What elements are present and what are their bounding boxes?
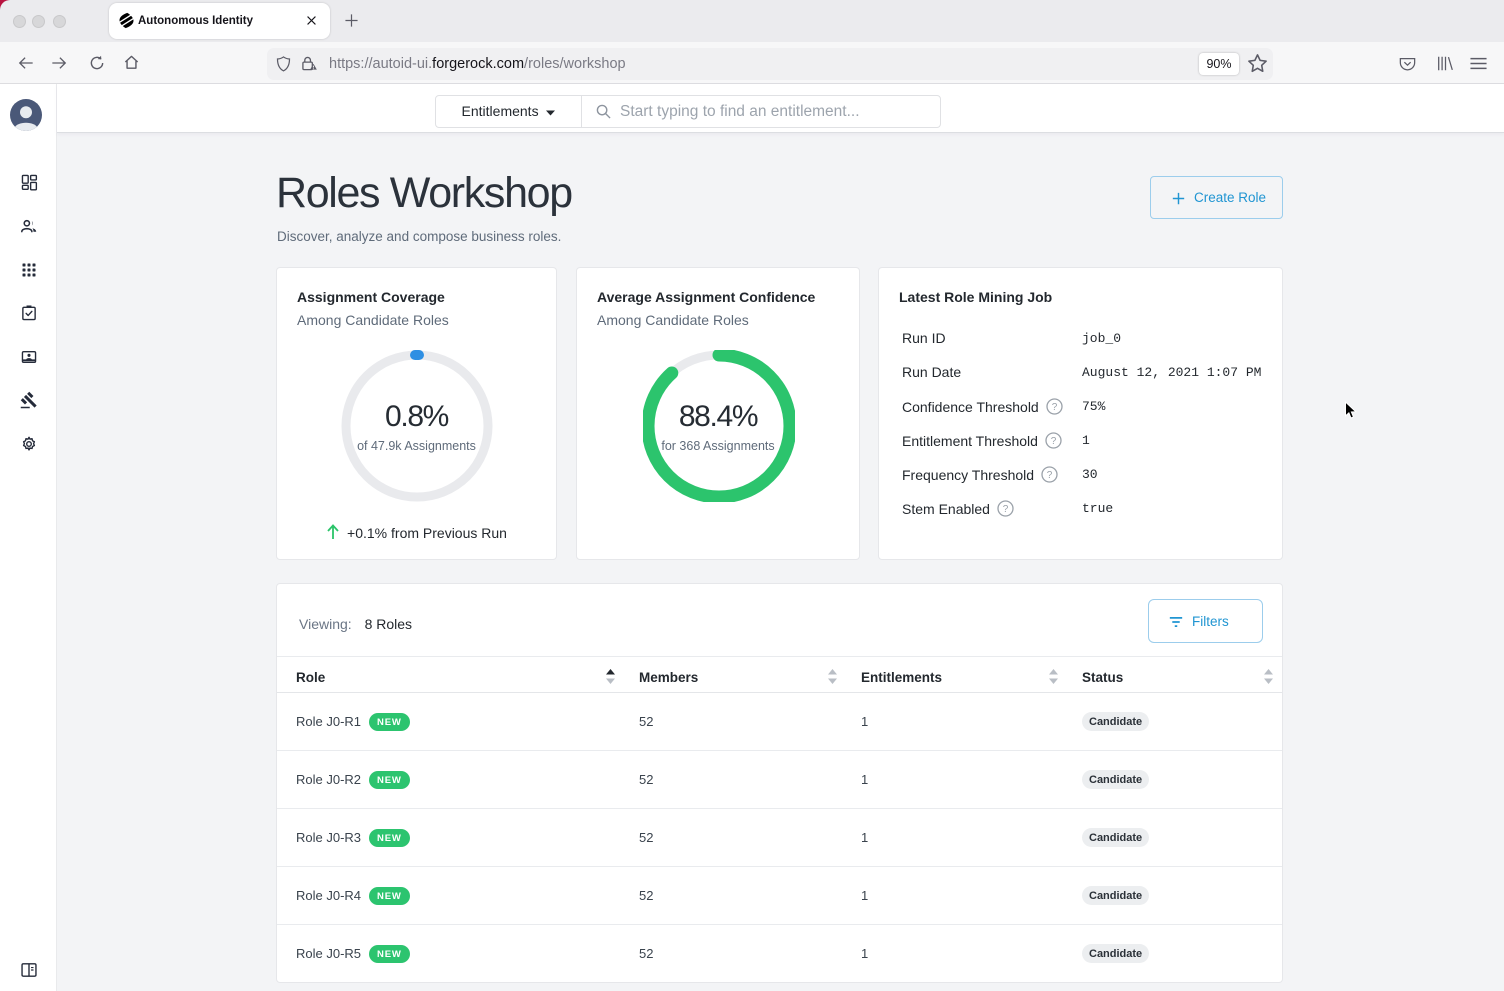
svg-text:?: ? [1003,504,1009,515]
svg-text:?: ? [1047,470,1053,481]
svg-text:?: ? [1051,436,1057,447]
svg-text:?: ? [1051,402,1057,413]
